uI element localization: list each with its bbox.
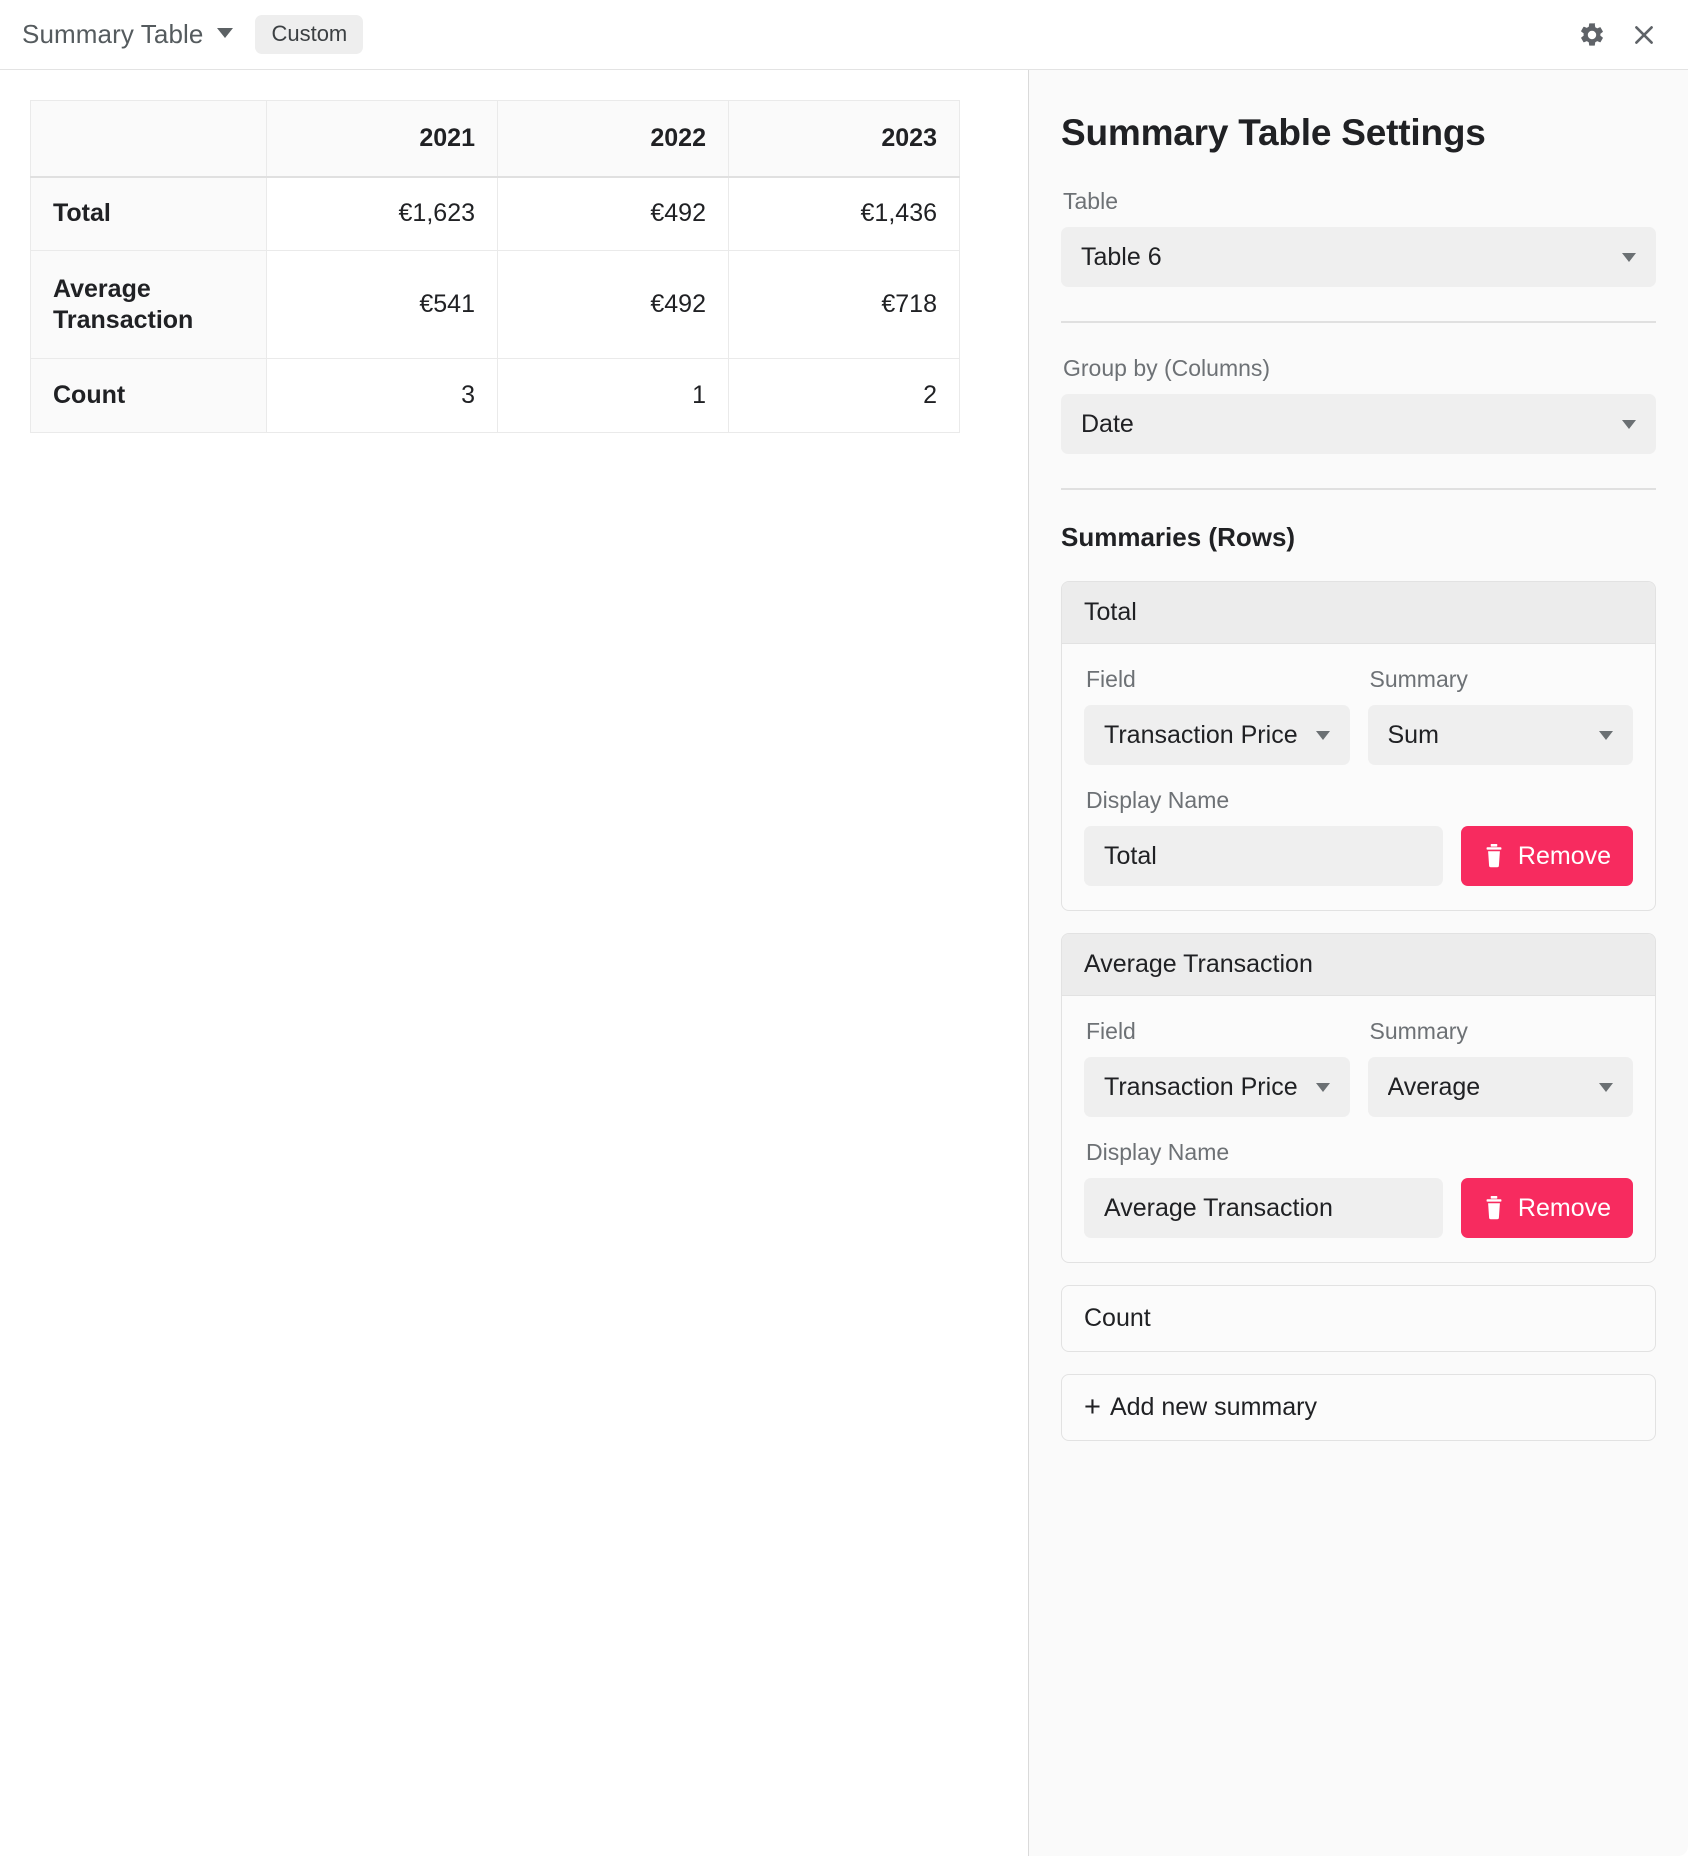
summary-label: Summary xyxy=(1369,1018,1468,1044)
display-name-input[interactable] xyxy=(1084,826,1443,886)
summary-label: Summary xyxy=(1369,666,1468,692)
chevron-down-icon xyxy=(1622,252,1636,262)
remove-button-label: Remove xyxy=(1517,1193,1611,1222)
table-row: Average Transaction €541 €492 €718 xyxy=(30,250,960,359)
table-body: Total €1,623 €492 €1,436 Average Transac… xyxy=(30,176,960,433)
group-by-select-value: Date xyxy=(1081,409,1134,438)
divider xyxy=(1061,488,1656,490)
display-name-row: Remove xyxy=(1084,1178,1633,1238)
display-name-label: Display Name xyxy=(1086,1139,1230,1165)
summary-select[interactable]: Average xyxy=(1367,1057,1633,1117)
summary-table-widget: Summary Table Custom 2021 2022 2023 Tota… xyxy=(0,0,1688,1856)
cell-count-2021: 3 xyxy=(266,358,498,433)
group-by-field-label: Group by (Columns) xyxy=(1063,355,1271,381)
summary-card-average-transaction: Average Transaction Field Transaction Pr… xyxy=(1061,933,1656,1263)
gear-icon[interactable] xyxy=(1570,13,1614,57)
field-label: Field xyxy=(1086,666,1136,692)
summary-card-header[interactable]: Average Transaction xyxy=(1062,934,1655,996)
widget-title: Summary Table xyxy=(22,19,204,49)
plus-icon: + xyxy=(1084,1391,1101,1423)
remove-button[interactable]: Remove xyxy=(1460,826,1633,886)
summary-select-value: Sum xyxy=(1387,720,1439,749)
settings-panel: Summary Table Settings Table Table 6 Gro… xyxy=(1028,70,1688,1856)
widget-title-group[interactable]: Summary Table xyxy=(22,19,234,50)
table-setting-group: Table Table 6 xyxy=(1061,188,1656,287)
chevron-down-icon[interactable] xyxy=(217,27,234,38)
remove-button-label: Remove xyxy=(1517,841,1611,870)
table-header-row: 2021 2022 2023 xyxy=(30,100,960,178)
column-header-2022: 2022 xyxy=(497,100,729,178)
cell-count-2023: 2 xyxy=(728,358,960,433)
group-by-select[interactable]: Date xyxy=(1061,394,1656,454)
divider xyxy=(1061,321,1656,323)
summary-table-preview: 2021 2022 2023 Total €1,623 €492 €1,436 … xyxy=(0,70,1028,1856)
cell-total-2021: €1,623 xyxy=(266,176,498,251)
panel-title: Summary Table Settings xyxy=(1061,112,1486,153)
summary-select-value: Average xyxy=(1387,1072,1481,1101)
chevron-down-icon xyxy=(1315,1082,1330,1092)
display-name-input[interactable] xyxy=(1084,1178,1443,1238)
add-new-summary-label: Add new summary xyxy=(1109,1393,1317,1421)
table-row: Total €1,623 €492 €1,436 xyxy=(30,176,960,251)
field-summary-row: Field Transaction Price Summary Average xyxy=(1084,1018,1633,1117)
table-field-label: Table xyxy=(1063,188,1118,214)
field-select-value: Transaction Price xyxy=(1104,720,1298,749)
widget-body: 2021 2022 2023 Total €1,623 €492 €1,436 … xyxy=(0,70,1688,1856)
summary-card-total: Total Field Transaction Price Summary Su… xyxy=(1061,581,1656,911)
chevron-down-icon xyxy=(1599,730,1613,740)
field-select[interactable]: Transaction Price xyxy=(1084,1057,1350,1117)
table-select[interactable]: Table 6 xyxy=(1061,227,1656,287)
row-label-total: Total xyxy=(30,176,267,251)
row-label-average-transaction: Average Transaction xyxy=(30,250,267,359)
group-by-setting-group: Group by (Columns) Date xyxy=(1061,355,1656,454)
column-header-2021: 2021 xyxy=(266,100,498,178)
cell-average-2022: €492 xyxy=(497,250,729,359)
summary-group: Summary Sum xyxy=(1367,666,1633,765)
widget-toolbar: Summary Table Custom xyxy=(0,0,1688,70)
row-label-count: Count xyxy=(30,358,267,433)
cell-average-2021: €541 xyxy=(266,250,498,359)
summary-card-body: Field Transaction Price Summary Average xyxy=(1062,996,1655,1262)
summary-card-header[interactable]: Total xyxy=(1062,582,1655,644)
summary-card-count[interactable]: Count xyxy=(1061,1285,1656,1352)
summaries-section-title: Summaries (Rows) xyxy=(1061,522,1296,552)
table-head: 2021 2022 2023 xyxy=(30,100,960,178)
trash-icon xyxy=(1483,1196,1505,1220)
chevron-down-icon xyxy=(1622,419,1636,429)
table-corner-header xyxy=(30,100,267,178)
cell-total-2022: €492 xyxy=(497,176,729,251)
cell-count-2022: 1 xyxy=(497,358,729,433)
trash-icon xyxy=(1483,844,1505,868)
chevron-down-icon xyxy=(1599,1082,1613,1092)
table-select-value: Table 6 xyxy=(1081,242,1162,271)
field-group: Field Transaction Price xyxy=(1084,666,1350,765)
mode-chip-custom[interactable]: Custom xyxy=(255,15,364,54)
field-group: Field Transaction Price xyxy=(1084,1018,1350,1117)
field-select-value: Transaction Price xyxy=(1104,1072,1298,1101)
summary-table: 2021 2022 2023 Total €1,623 €492 €1,436 … xyxy=(30,100,960,433)
chevron-down-icon xyxy=(1315,730,1330,740)
column-header-2023: 2023 xyxy=(728,100,960,178)
remove-button[interactable]: Remove xyxy=(1460,1178,1633,1238)
field-summary-row: Field Transaction Price Summary Sum xyxy=(1084,666,1633,765)
add-new-summary-button[interactable]: + Add new summary xyxy=(1061,1374,1656,1441)
summary-group: Summary Average xyxy=(1367,1018,1633,1117)
field-label: Field xyxy=(1086,1018,1136,1044)
close-icon[interactable] xyxy=(1622,13,1666,57)
table-row: Count 3 1 2 xyxy=(30,358,960,433)
display-name-row: Remove xyxy=(1084,826,1633,886)
display-name-label: Display Name xyxy=(1086,787,1230,813)
summary-card-body: Field Transaction Price Summary Sum Disp… xyxy=(1062,644,1655,910)
cell-total-2023: €1,436 xyxy=(728,176,960,251)
field-select[interactable]: Transaction Price xyxy=(1084,705,1350,765)
cell-average-2023: €718 xyxy=(728,250,960,359)
summary-select[interactable]: Sum xyxy=(1367,705,1633,765)
